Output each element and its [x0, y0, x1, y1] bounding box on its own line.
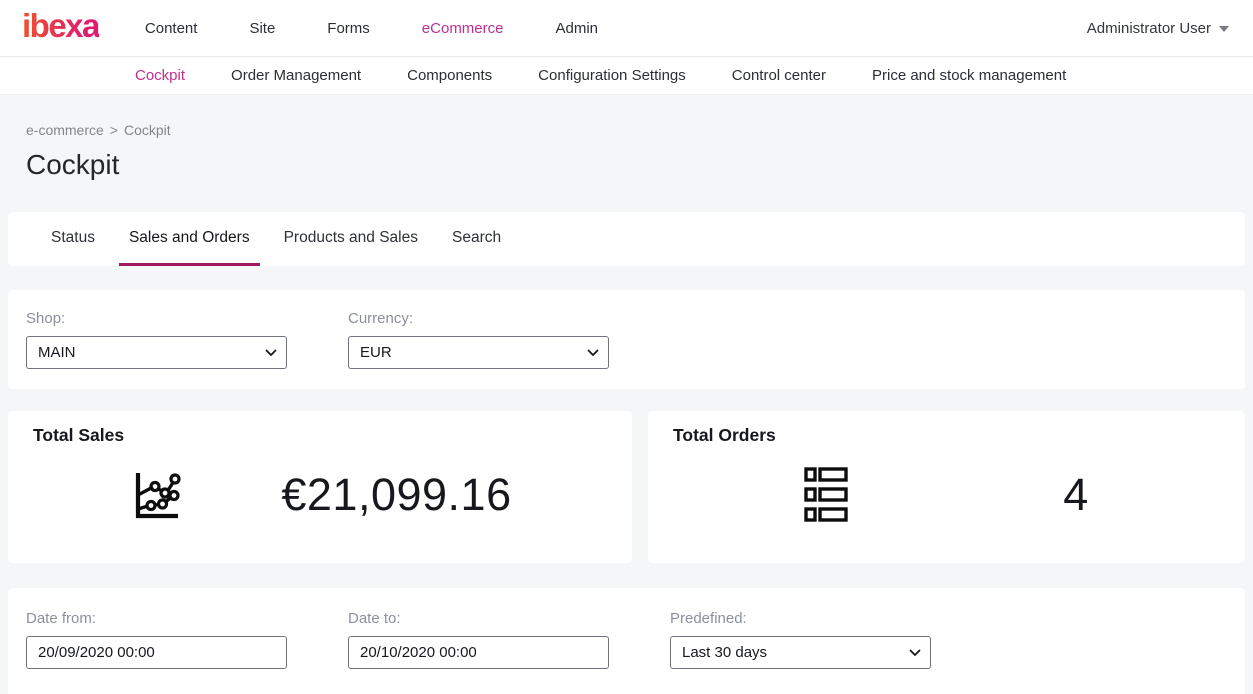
- shop-currency-panel: Shop: MAIN Currency: EUR: [8, 290, 1245, 389]
- currency-select[interactable]: EUR: [348, 336, 609, 369]
- tab-sales-and-orders[interactable]: Sales and Orders: [119, 212, 260, 266]
- total-sales-value: €21,099.16: [281, 469, 511, 521]
- list-icon: [804, 466, 848, 524]
- top-header: ibexa Content Site Forms eCommerce Admin…: [0, 0, 1253, 57]
- date-to-field: Date to:: [348, 610, 609, 669]
- tab-status[interactable]: Status: [41, 212, 105, 266]
- stats-row: Total Sales €2: [8, 411, 1245, 563]
- tab-search[interactable]: Search: [442, 212, 511, 266]
- date-from-label: Date from:: [26, 610, 287, 627]
- breadcrumb-parent[interactable]: e-commerce: [26, 122, 104, 138]
- total-sales-card: Total Sales €2: [8, 411, 632, 563]
- predefined-field: Predefined: Last 30 days: [670, 610, 931, 669]
- ecommerce-subnav: Cockpit Order Management Components Conf…: [0, 57, 1253, 95]
- breadcrumb-separator: >: [110, 122, 118, 138]
- subnav-item-components[interactable]: Components: [407, 67, 492, 84]
- predefined-label: Predefined:: [670, 610, 931, 627]
- page-title: Cockpit: [26, 149, 1253, 181]
- subnav-item-configuration-settings[interactable]: Configuration Settings: [538, 67, 686, 84]
- tab-strip: Status Sales and Orders Products and Sal…: [8, 212, 1245, 266]
- date-to-label: Date to:: [348, 610, 609, 627]
- ibexa-logo[interactable]: ibexa: [22, 9, 99, 42]
- shop-label: Shop:: [26, 310, 287, 327]
- shop-select[interactable]: MAIN: [26, 336, 287, 369]
- currency-field: Currency: EUR: [348, 310, 609, 369]
- breadcrumb: e-commerce > Cockpit: [26, 122, 1253, 138]
- subnav-item-cockpit[interactable]: Cockpit: [135, 67, 185, 84]
- date-from-field: Date from:: [26, 610, 287, 669]
- nav-item-forms[interactable]: Forms: [327, 20, 370, 37]
- main-nav: Content Site Forms eCommerce Admin: [145, 20, 598, 37]
- nav-item-content[interactable]: Content: [145, 20, 198, 37]
- user-menu[interactable]: Administrator User: [1087, 20, 1229, 37]
- total-sales-title: Total Sales: [8, 411, 632, 446]
- shop-field: Shop: MAIN: [26, 310, 287, 369]
- subnav-item-price-stock[interactable]: Price and stock management: [872, 67, 1066, 84]
- total-orders-title: Total Orders: [648, 411, 1245, 446]
- line-chart-icon: [128, 466, 186, 524]
- user-name: Administrator User: [1087, 20, 1211, 37]
- total-orders-value: 4: [1063, 469, 1089, 521]
- subnav-item-order-management[interactable]: Order Management: [231, 67, 361, 84]
- breadcrumb-current[interactable]: Cockpit: [124, 122, 171, 138]
- predefined-select[interactable]: Last 30 days: [670, 636, 931, 669]
- nav-item-ecommerce[interactable]: eCommerce: [422, 20, 504, 37]
- date-filter-panel: Date from: Date to: Predefined: Last 30 …: [8, 588, 1245, 694]
- total-orders-card: Total Orders 4: [648, 411, 1245, 563]
- chevron-down-icon: [1219, 26, 1229, 32]
- date-from-input[interactable]: [26, 636, 287, 669]
- nav-item-site[interactable]: Site: [249, 20, 275, 37]
- subnav-item-control-center[interactable]: Control center: [732, 67, 826, 84]
- tab-products-and-sales[interactable]: Products and Sales: [274, 212, 428, 266]
- currency-label: Currency:: [348, 310, 609, 327]
- nav-item-admin[interactable]: Admin: [555, 20, 598, 37]
- date-to-input[interactable]: [348, 636, 609, 669]
